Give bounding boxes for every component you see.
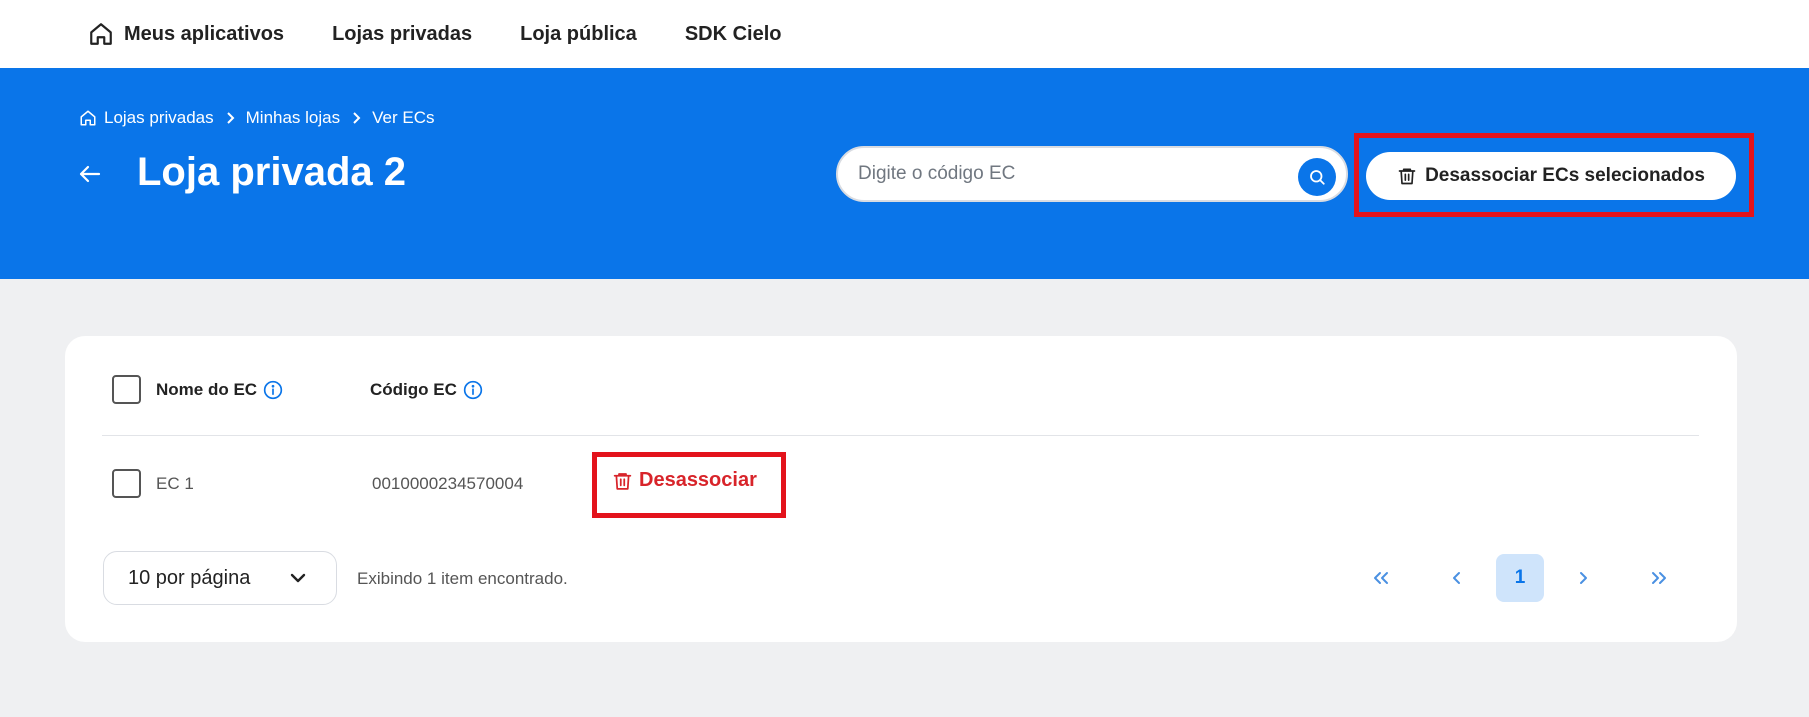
nav-item-label: SDK Cielo — [684, 22, 782, 45]
column-header-label: Código EC — [370, 380, 457, 399]
top-nav: Meus aplicativos Lojas privadas Loja púb… — [0, 0, 1809, 68]
table-divider — [102, 435, 1699, 436]
chevrons-right-icon — [1652, 572, 1666, 584]
disassociate-button[interactable]: Desassociar — [612, 469, 757, 492]
per-page-value: 10 por página — [128, 566, 251, 589]
breadcrumb-lojas-privadas[interactable]: Lojas privadas — [104, 108, 214, 128]
nav-item-label: Meus aplicativos — [124, 22, 285, 45]
nav-item-lojas-privadas[interactable]: Lojas privadas — [332, 23, 472, 46]
select-all-checkbox[interactable] — [112, 375, 141, 404]
disassociate-selected-label: Desassociar ECs selecionados — [1425, 165, 1705, 186]
disassociate-label: Desassociar — [639, 469, 757, 491]
results-count: Exibindo 1 item encontrado. — [357, 569, 568, 588]
search-icon — [1310, 170, 1325, 185]
prev-page-button[interactable] — [1433, 554, 1481, 602]
row-checkbox[interactable] — [112, 469, 141, 498]
search-box — [836, 146, 1348, 202]
trash-icon — [1398, 168, 1416, 185]
home-icon[interactable] — [79, 109, 97, 127]
disassociate-selected-button[interactable]: Desassociar ECs selecionados — [1366, 152, 1736, 200]
search-input[interactable] — [858, 163, 1298, 185]
chevron-down-icon — [290, 573, 306, 583]
next-page-button[interactable] — [1559, 554, 1607, 602]
page-title: Loja privada 2 — [137, 150, 406, 194]
nav-item-sdk-cielo[interactable]: SDK Cielo — [685, 23, 782, 46]
last-page-button[interactable] — [1635, 554, 1683, 602]
info-icon[interactable] — [463, 380, 483, 400]
column-header-codigo: Código EC — [370, 380, 483, 400]
breadcrumb-ver-ecs: Ver ECs — [372, 108, 435, 127]
ec-code-cell: 0010000234570004 — [372, 474, 524, 493]
chevron-right-icon — [1580, 572, 1587, 584]
chevron-right-icon — [224, 111, 236, 125]
search-button[interactable] — [1298, 158, 1336, 196]
chevron-left-icon — [1453, 572, 1460, 584]
home-icon — [90, 23, 112, 45]
nav-item-meus-aplicativos[interactable]: Meus aplicativos — [88, 21, 284, 47]
ec-table-card: Nome do EC Código EC EC 1 00100002345700… — [65, 336, 1737, 642]
nav-item-label: Loja pública — [520, 22, 637, 45]
column-header-nome: Nome do EC — [156, 380, 283, 400]
page-button-current[interactable]: 1 — [1496, 554, 1544, 602]
column-header-label: Nome do EC — [156, 380, 258, 399]
first-page-button[interactable] — [1357, 554, 1405, 602]
trash-icon — [613, 472, 632, 490]
chevrons-left-icon — [1374, 572, 1388, 584]
chevron-right-icon — [350, 111, 362, 125]
breadcrumb: Lojas privadas Minhas lojas Ver ECs — [79, 108, 434, 128]
ec-name-cell: EC 1 — [156, 474, 194, 493]
info-icon[interactable] — [263, 380, 283, 400]
nav-item-loja-publica[interactable]: Loja pública — [520, 23, 637, 46]
per-page-select[interactable]: 10 por página — [103, 551, 337, 605]
nav-item-label: Lojas privadas — [332, 22, 473, 45]
back-arrow-icon[interactable] — [78, 164, 102, 189]
breadcrumb-minhas-lojas[interactable]: Minhas lojas — [246, 108, 341, 128]
page-header: Lojas privadas Minhas lojas Ver ECs Loja… — [0, 68, 1809, 279]
